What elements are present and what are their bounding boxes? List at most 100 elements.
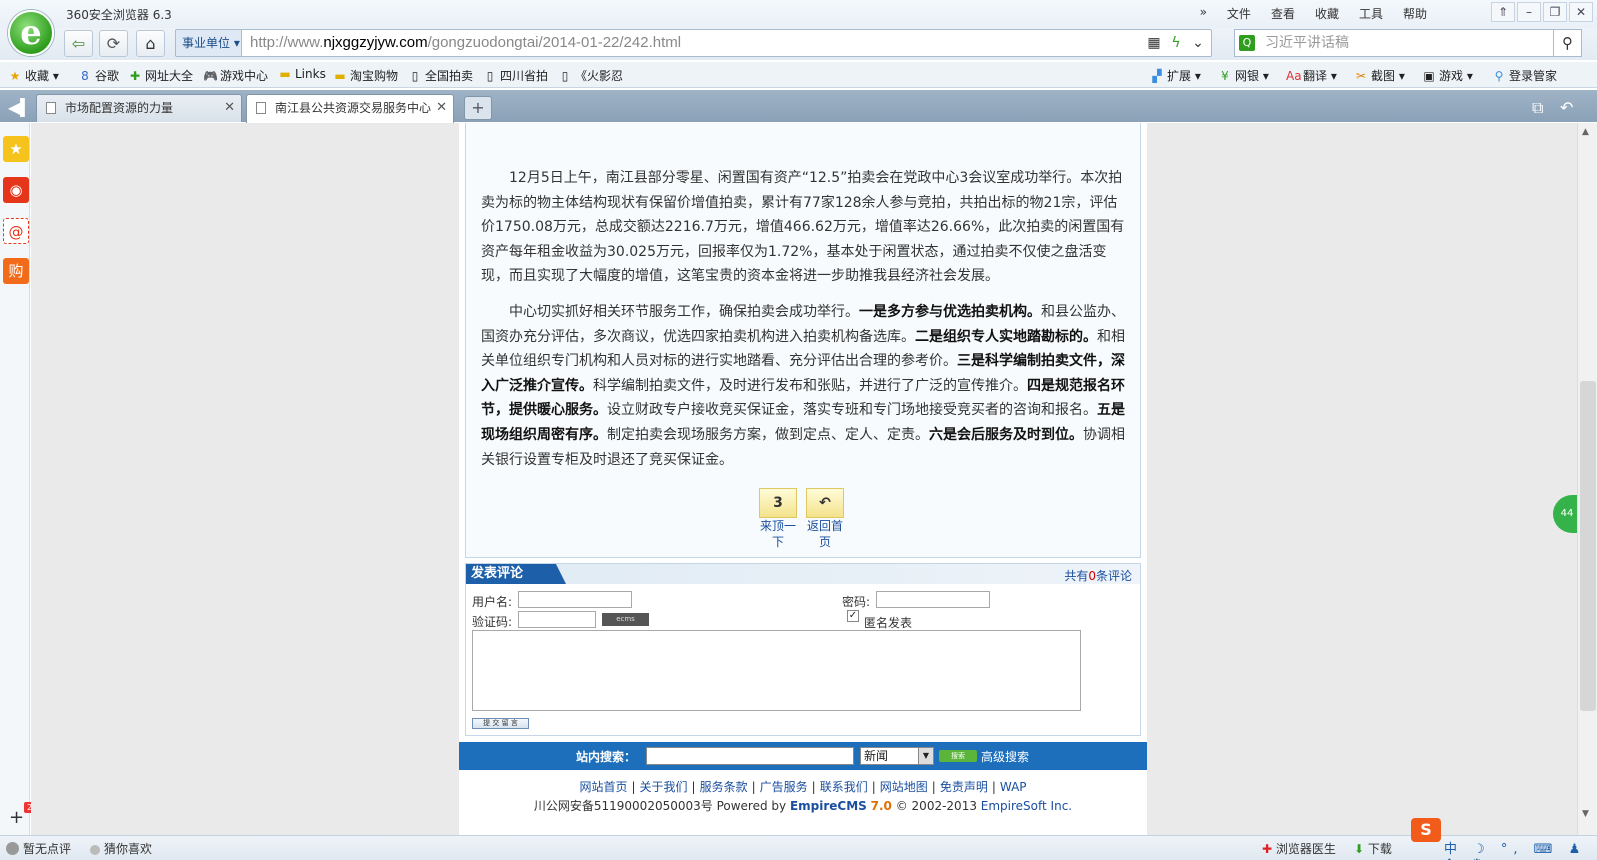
footer-link-wap[interactable]: WAP <box>1000 780 1027 794</box>
browser-logo: e <box>8 10 54 56</box>
bookmark-game-center[interactable]: 🎮 游戏中心 <box>203 67 268 84</box>
sogou-ime-icon[interactable]: S <box>1411 818 1441 842</box>
close-button[interactable]: ✕ <box>1569 2 1593 22</box>
bookmark-sichuan[interactable]: ▯ 四川省拍 <box>483 67 548 84</box>
footer-link-contact[interactable]: 联系我们 <box>820 780 868 794</box>
footer-link-home[interactable]: 网站首页 <box>579 780 627 794</box>
comment-header: 发表评论 共有0条评论 <box>466 564 1140 584</box>
games-button[interactable]: ▣ 游戏 ▾ <box>1422 67 1473 84</box>
search-box[interactable]: Q 习近平讲话稿 ⚲ <box>1234 29 1582 57</box>
side-bar: ★ ◉ @ 购 <box>0 123 30 835</box>
back-home-label[interactable]: 返回首页 <box>805 518 845 550</box>
anonymous-label: 匿名发表 <box>864 616 913 630</box>
sidebar-toggle-icon[interactable]: ◀▍ <box>8 98 33 117</box>
scroll-up-icon[interactable]: ▲ <box>1582 127 1589 137</box>
web-content: 12月5日上午，南江县部分零星、闲置国有资产“12.5”拍卖会在党政中心3会议室… <box>31 123 1577 835</box>
add-sidebar-icon[interactable]: + <box>9 807 24 828</box>
site-search-button[interactable]: 搜索 <box>939 750 977 762</box>
new-tab-button[interactable]: + <box>464 96 492 120</box>
download-button[interactable]: ⬇ 下载 <box>1354 840 1392 857</box>
recommend-status[interactable]: 猜你喜欢 <box>90 840 152 857</box>
footer-link-disclaimer[interactable]: 免责声明 <box>940 780 988 794</box>
weibo-icon[interactable]: ◉ <box>3 177 29 203</box>
extension-button[interactable]: ▞ 扩展 ▾ <box>1150 67 1200 84</box>
bookmark-naruto[interactable]: ▯ 《火影忍 <box>558 67 623 84</box>
close-tab-icon[interactable]: ✕ <box>433 95 447 121</box>
footer-link-terms[interactable]: 服务条款 <box>700 780 748 794</box>
favorites-star-icon[interactable]: ★ <box>3 136 29 162</box>
page-icon <box>256 102 266 114</box>
tab-list-icon[interactable]: ⧉ <box>1532 98 1543 118</box>
menu-tools[interactable]: 工具 <box>1349 5 1393 22</box>
bookmark-google[interactable]: 8 谷歌 <box>78 67 119 84</box>
anonymous-checkbox[interactable]: ✓ <box>847 610 859 622</box>
menu-help[interactable]: 帮助 <box>1393 5 1437 22</box>
maximize-button[interactable]: ❐ <box>1543 2 1567 22</box>
digg-up-label[interactable]: 来顶一下 <box>758 518 798 550</box>
back-home-button[interactable]: ↶ <box>806 488 844 518</box>
advanced-search-link[interactable]: 高级搜索 <box>981 748 1029 765</box>
browser-doctor-button[interactable]: ✚ 浏览器医生 <box>1262 840 1336 857</box>
copyright: 川公网安备51190002050003号 Powered by EmpireCM… <box>533 799 1073 813</box>
footer-link-about[interactable]: 关于我们 <box>640 780 688 794</box>
back-button[interactable]: ⇦ <box>64 30 93 57</box>
search-engine-icon[interactable]: Q <box>1239 35 1255 51</box>
qr-code-icon[interactable]: ▦ <box>1145 34 1163 52</box>
site-search-select[interactable]: 新闻 ▼ <box>860 747 934 765</box>
chevron-down-icon[interactable]: ⌄ <box>1189 34 1207 52</box>
shopping-icon[interactable]: 购 <box>3 258 29 284</box>
refresh-button[interactable]: ⟳ <box>99 30 128 57</box>
submit-comment-button[interactable]: 提 交 留 言 <box>472 718 529 729</box>
scrollbar[interactable]: ▲ ▼ <box>1577 123 1597 835</box>
tab-market[interactable]: 市场配置资源的力量 ✕ <box>36 94 242 122</box>
search-input[interactable]: 习近平讲话稿 <box>1265 30 1349 56</box>
digg-up-button[interactable]: 3 <box>759 488 797 518</box>
no-review-status[interactable]: 暂无点评 <box>6 840 71 857</box>
bookmark-links[interactable]: ▬ Links <box>278 67 326 81</box>
translate-button[interactable]: Aa翻译 ▾ <box>1286 67 1337 84</box>
menu-favorites[interactable]: 收藏 <box>1305 5 1349 22</box>
menu-arrow-icon[interactable]: » <box>1190 5 1217 22</box>
comment-textarea[interactable] <box>472 630 1081 711</box>
scroll-down-icon[interactable]: ▼ <box>1582 809 1589 819</box>
username-field[interactable] <box>518 591 632 608</box>
page-body: 12月5日上午，南江县部分零星、闲置国有资产“12.5”拍卖会在党政中心3会议室… <box>459 123 1147 835</box>
home-button[interactable]: ⌂ <box>136 30 165 57</box>
footer-link-sitemap[interactable]: 网站地图 <box>880 780 928 794</box>
tab-bar: ◀▍ 市场配置资源的力量 ✕ 南江县公共资源交易服务中心 ✕ + ⧉ ↶ <box>0 90 1597 123</box>
lightning-icon[interactable]: ϟ <box>1167 34 1185 52</box>
search-icon[interactable]: ⚲ <box>1553 30 1581 56</box>
chevron-down-icon[interactable]: ▼ <box>918 748 933 764</box>
site-search-input[interactable] <box>646 747 854 765</box>
url-text[interactable]: http://www.njxggzyjyw.com/gongzuodongtai… <box>250 30 681 56</box>
floating-speed-icon[interactable]: 44 <box>1553 495 1577 533</box>
footer-link-ads[interactable]: 广告服务 <box>760 780 808 794</box>
bookmark-favorites[interactable]: ★ 收藏 ▾ <box>8 67 59 84</box>
screenshot-button[interactable]: ✂ 截图 ▾ <box>1354 67 1405 84</box>
bookmark-auction[interactable]: ▯ 全国拍卖 <box>408 67 473 84</box>
password-field[interactable] <box>876 591 990 608</box>
ime-toolbar[interactable]: 中 ☽ °, ⌨ ♟ ⇑ ⚙ <box>1444 838 1597 860</box>
empiresoft-link[interactable]: EmpireSoft Inc. <box>981 799 1072 813</box>
mail-icon[interactable]: @ <box>3 218 29 244</box>
menu-view[interactable]: 查看 <box>1261 5 1305 22</box>
address-tag[interactable]: 事业单位 ▾ <box>176 30 242 56</box>
bank-button[interactable]: ¥ 网银 ▾ <box>1218 67 1269 84</box>
captcha-image[interactable]: ecms <box>602 613 649 626</box>
minimize-button[interactable]: – <box>1517 2 1541 22</box>
skin-icon[interactable]: ⇑ <box>1491 2 1515 22</box>
bookmark-taobao[interactable]: ▬ 淘宝购物 <box>333 67 398 84</box>
close-tab-icon[interactable]: ✕ <box>224 95 235 121</box>
menu-file[interactable]: 文件 <box>1217 5 1261 22</box>
tab-nanjiang[interactable]: 南江县公共资源交易服务中心 ✕ <box>246 94 454 123</box>
captcha-field[interactable] <box>518 611 596 628</box>
empirecms-link[interactable]: EmpireCMS <box>790 799 867 813</box>
footer-links: 网站首页 | 关于我们 | 服务条款 | 广告服务 | 联系我们 | 网站地图 | 免责声明 | WAP <box>579 780 1027 794</box>
undo-close-icon[interactable]: ↶ <box>1560 98 1573 117</box>
bookmark-site-nav[interactable]: ✚ 网址大全 <box>128 67 193 84</box>
scrollbar-thumb[interactable] <box>1580 381 1596 711</box>
address-bar[interactable]: 事业单位 ▾ http://www.njxggzyjyw.com/gongzuo… <box>175 29 1212 57</box>
login-manager-button[interactable]: ⚲ 登录管家 <box>1492 67 1557 84</box>
article-paragraph: 中心切实抓好相关环节服务工作，确保拍卖会成功举行。一是多方参与优选拍卖机构。和县… <box>481 304 1125 468</box>
comment-count[interactable]: 共有0条评论 <box>1064 567 1132 584</box>
